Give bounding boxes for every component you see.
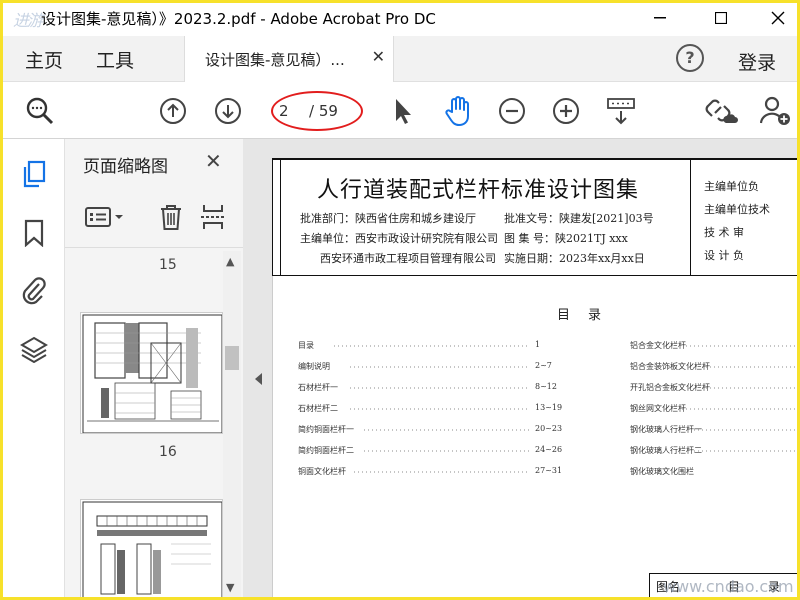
page-thumbnails-button[interactable] [19, 159, 49, 189]
thumbnail-page-label: 16 [159, 444, 177, 460]
close-icon [771, 11, 785, 25]
left-rail [3, 139, 65, 597]
search-button[interactable] [23, 94, 57, 128]
paperclip-icon [22, 277, 46, 305]
maximize-icon [715, 12, 727, 24]
collapse-panel-arrow-icon[interactable] [255, 373, 262, 385]
panel-toolbar [65, 194, 243, 244]
panel-separator [65, 247, 243, 248]
previous-page-button[interactable] [156, 94, 190, 128]
next-page-button[interactable] [211, 94, 245, 128]
trash-icon [161, 205, 181, 230]
toc-entry: 钢化玻璃人行栏杆二 [630, 446, 702, 455]
options-menu-button[interactable] [85, 202, 125, 232]
page-number-box: / 59 [271, 91, 363, 131]
zoom-out-icon [499, 98, 525, 124]
toc-entry: 钢化玻璃人行栏杆一 [630, 425, 702, 434]
cursor-arrow-icon [396, 99, 411, 124]
thumbnail-scrollbar[interactable]: ▲ ▼ [223, 251, 241, 597]
tab-bar: 主页 工具 设计图集-意见稿）... ✕ ? 登录 [3, 36, 797, 82]
scroll-mode-button[interactable] [604, 94, 638, 128]
zoom-in-button[interactable] [549, 94, 583, 128]
page-number-input[interactable] [279, 102, 301, 120]
toc-entry: 钢丝网文化栏杆 [630, 404, 686, 413]
login-button[interactable]: 登录 [738, 48, 776, 75]
layers-button[interactable] [19, 334, 49, 364]
delete-pages-button[interactable] [159, 202, 183, 232]
bookmarks-button[interactable] [19, 218, 49, 248]
search-icon [26, 97, 54, 125]
pdf-page: 人行道装配式栏杆标准设计图集 批准部门：陕西省住房和城乡建设厅 主编单位：西安市… [272, 158, 797, 597]
tab-home[interactable]: 主页 [25, 46, 63, 73]
close-panel-button[interactable]: ✕ [205, 149, 222, 173]
arrow-down-circle-icon [215, 98, 241, 124]
panel-title: 页面缩略图 [83, 157, 168, 177]
arrow-up-circle-icon [160, 98, 186, 124]
help-button[interactable]: ? [676, 44, 704, 72]
maximize-button[interactable] [698, 3, 744, 33]
toc-entry: 铝合金文化栏杆 [630, 341, 686, 350]
insert-page-button[interactable] [201, 202, 225, 232]
close-tab-button[interactable]: ✕ [372, 47, 385, 66]
window-title: 设计图集-意见稿）》2023.2.pdf - Adobe Acrobat Pro… [41, 10, 436, 28]
site-watermark: www.cndao.com [663, 577, 794, 596]
thumbnail-page-label: 15 [159, 257, 177, 273]
zoom-in-icon [553, 98, 579, 124]
list-options-icon [85, 207, 123, 227]
scroll-down-icon[interactable]: ▼ [226, 581, 234, 594]
thumbnail-page[interactable] [80, 499, 223, 597]
engineering-drawing-thumbnail [82, 314, 222, 433]
thumbnail-page[interactable] [80, 312, 223, 434]
engineering-drawing-thumbnail [82, 501, 222, 597]
acrobat-window: 进游网 设计图集-意见稿）》2023.2.pdf - Adobe Acrobat… [3, 3, 797, 597]
scrollbar-thumb[interactable] [225, 346, 239, 370]
document-view[interactable]: 人行道装配式栏杆标准设计图集 批准部门：陕西省住房和城乡建设厅 主编单位：西安市… [243, 139, 797, 597]
layers-icon [20, 336, 48, 363]
link-cloud-icon [705, 99, 738, 123]
minimize-icon [654, 17, 666, 19]
close-window-button[interactable] [755, 3, 797, 33]
bookmark-icon [24, 219, 44, 247]
keyboard-scroll-icon [607, 98, 635, 125]
document-tab-label: 设计图集-意见稿）... [205, 51, 345, 69]
thumbnails-panel: 页面缩略图 ✕ 15 16 ▲ ▼ [65, 139, 243, 597]
attachments-button[interactable] [19, 275, 49, 305]
total-pages-label: / 59 [309, 102, 338, 120]
watermark-logo: 进游网 [13, 11, 43, 54]
toc-dot-leaders [334, 345, 797, 473]
select-tool-button[interactable] [386, 94, 420, 128]
page-thumbnails-icon [23, 160, 46, 188]
scroll-up-icon[interactable]: ▲ [226, 255, 234, 268]
add-user-button[interactable] [759, 94, 793, 128]
hand-icon [445, 96, 469, 126]
minimize-button[interactable] [637, 3, 683, 33]
insert-pages-icon [201, 205, 225, 229]
toolbar: / 59 [3, 82, 797, 139]
tab-tools[interactable]: 工具 [96, 46, 134, 73]
hand-tool-button[interactable] [441, 94, 475, 128]
tab-document[interactable]: 设计图集-意见稿）... ✕ [184, 36, 394, 82]
zoom-out-button[interactable] [495, 94, 529, 128]
toc-entry: 铝合金装饰板文化栏杆 [630, 362, 710, 371]
title-bar: 进游网 设计图集-意见稿）》2023.2.pdf - Adobe Acrobat… [3, 3, 797, 54]
add-user-icon [760, 96, 790, 125]
share-link-button[interactable] [704, 94, 738, 128]
toc-entry: 开孔铝合金板文化栏杆 [630, 383, 710, 392]
toc-entry: 钢化玻璃文化围栏 [630, 467, 694, 476]
